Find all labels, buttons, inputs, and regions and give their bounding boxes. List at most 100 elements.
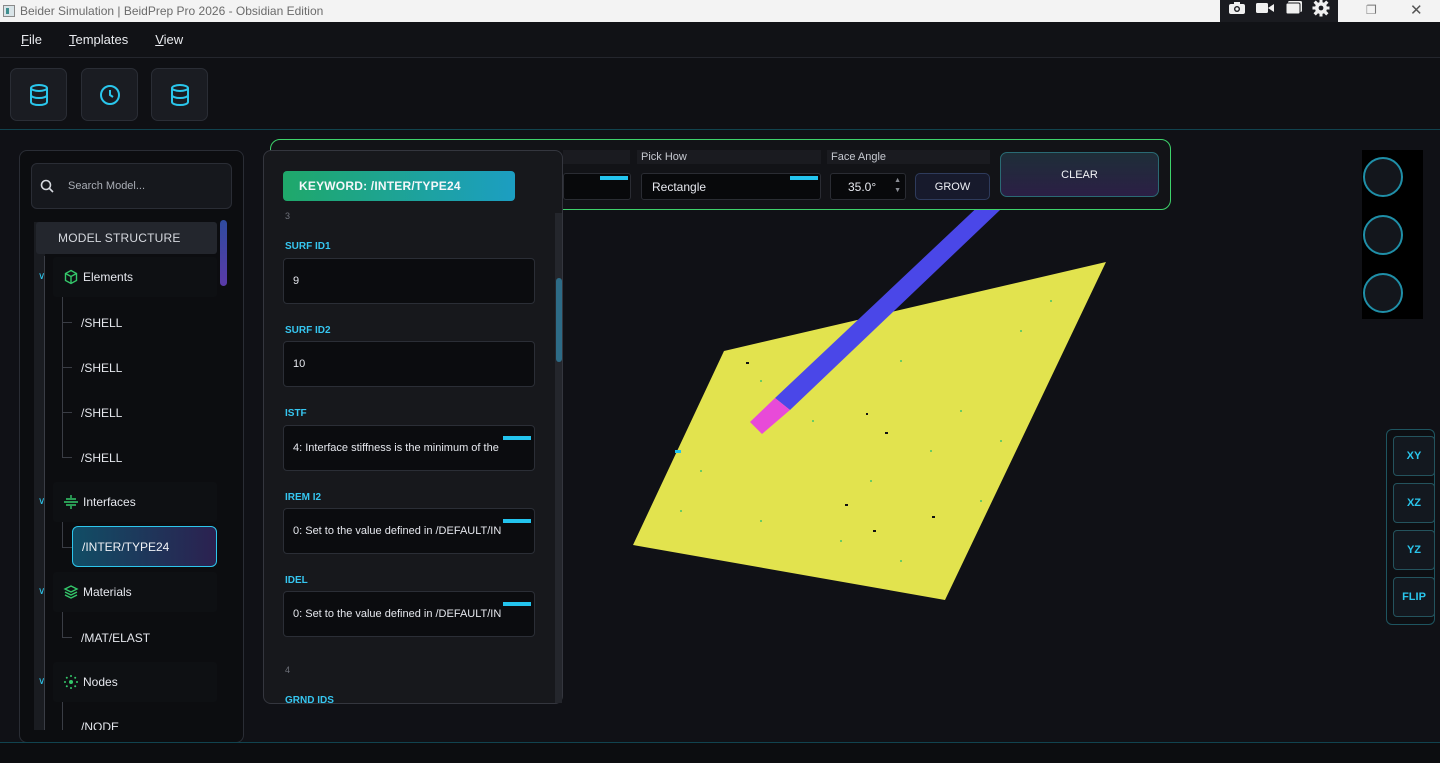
status-bar	[0, 743, 1440, 763]
tree-connector	[62, 547, 72, 548]
shortcut-button-2[interactable]	[1363, 215, 1403, 255]
field-value: 9	[293, 275, 300, 287]
spin-arrows-icon[interactable]: ▲ ▼	[894, 176, 901, 196]
nodes-icon	[64, 675, 78, 689]
field-label-grnd-ids: GRND IDS	[285, 695, 334, 703]
shortcut-button-1[interactable]	[1363, 157, 1403, 197]
field-value: 4: Interface stiffness is the minimum of…	[293, 442, 499, 454]
tree-category-elements[interactable]: Elements	[53, 257, 217, 297]
tree-connector	[44, 256, 45, 730]
main-toolbar	[0, 58, 1440, 130]
tree-item-inter-type24[interactable]: /INTER/TYPE24	[72, 526, 217, 567]
window-title: Beider Simulation | BeidPrep Pro 2026 - …	[20, 4, 324, 18]
tree-category-materials[interactable]: Materials	[53, 572, 217, 612]
tree-scrollbar[interactable]	[220, 220, 227, 286]
category-label: Elements	[83, 270, 134, 284]
history-button[interactable]	[81, 68, 138, 121]
pick-type-accent	[600, 176, 628, 180]
field-label-istf: ISTF	[285, 408, 307, 419]
clear-button[interactable]: CLEAR	[1000, 152, 1159, 197]
card-line-number: 4	[285, 665, 291, 675]
tree-category-nodes[interactable]: Nodes	[53, 662, 217, 702]
search-input[interactable]	[68, 164, 228, 208]
database-button[interactable]	[10, 68, 67, 121]
dropdown-accent	[503, 519, 531, 523]
view-flip-button[interactable]: FLIP	[1393, 577, 1435, 617]
window-icon[interactable]	[1285, 0, 1303, 22]
menu-templates[interactable]: Templates	[69, 32, 128, 47]
chevron-down-icon[interactable]: ∨	[38, 586, 45, 597]
chevron-down-icon[interactable]: ∨	[38, 271, 45, 282]
tree-connector	[62, 612, 63, 637]
gear-icon[interactable]	[1312, 0, 1330, 24]
face-angle-spinbox[interactable]: 35.0° ▲ ▼	[830, 173, 906, 200]
clock-icon	[99, 84, 120, 105]
chevron-down-icon[interactable]: ∨	[38, 496, 45, 507]
surf-id2-input[interactable]: 10	[283, 341, 535, 387]
keyword-scrollbar[interactable]	[556, 278, 562, 362]
kw-clip: GRND IDS	[283, 692, 543, 703]
search-box[interactable]	[31, 163, 232, 209]
tree-connector	[62, 322, 72, 323]
surf-id1-input[interactable]: 9	[283, 258, 535, 304]
category-label: Interfaces	[83, 495, 136, 509]
tree-item-shell[interactable]: /SHELL	[81, 316, 122, 330]
tree-connector	[62, 702, 63, 730]
app-icon	[3, 5, 15, 17]
view-yz-button[interactable]: YZ	[1393, 530, 1435, 570]
face-angle-label: Face Angle	[831, 151, 887, 163]
field-label-irem-i2: IREM I2	[285, 492, 322, 503]
tree-connector	[62, 297, 63, 457]
layers-icon	[63, 585, 79, 599]
irem-i2-dropdown[interactable]: 0: Set to the value defined in /DEFAULT/…	[283, 508, 535, 554]
tree-connector	[62, 412, 72, 413]
dropdown-accent	[503, 436, 531, 440]
view-xz-button[interactable]: XZ	[1393, 483, 1435, 523]
tree-connector	[62, 522, 63, 547]
close-button[interactable]: ✕	[1410, 1, 1423, 19]
restore-button[interactable]: ❐	[1366, 3, 1377, 17]
pick-how-accent	[790, 176, 818, 180]
interface-icon	[64, 495, 78, 509]
field-value: 0: Set to the value defined in /DEFAULT/…	[293, 608, 502, 620]
pick-label-strip	[563, 150, 630, 164]
tree-item-shell[interactable]: /SHELL	[81, 451, 122, 465]
menu-view[interactable]: View	[155, 32, 183, 47]
tree-connector	[62, 457, 72, 458]
category-label: Nodes	[83, 675, 118, 689]
tree-item-mat-elast[interactable]: /MAT/ELAST	[81, 631, 150, 645]
view-xy-button[interactable]: XY	[1393, 436, 1435, 476]
cube-icon	[64, 269, 78, 285]
tree-connector	[62, 637, 72, 638]
camera-icon[interactable]	[1228, 0, 1246, 22]
tree-clip: /NODE	[72, 718, 222, 730]
database-button-2[interactable]	[151, 68, 208, 121]
database-icon	[29, 83, 48, 106]
tree-item-shell[interactable]: /SHELL	[81, 406, 122, 420]
selection-marker	[675, 450, 681, 453]
field-label-surf-id2: SURF ID2	[285, 325, 331, 336]
tree-header: MODEL STRUCTURE	[36, 222, 217, 254]
field-label-idel: IDEL	[285, 575, 308, 586]
istf-dropdown[interactable]: 4: Interface stiffness is the minimum of…	[283, 425, 535, 471]
tree-item-node[interactable]: /NODE	[81, 720, 119, 730]
menu-file[interactable]: File	[21, 32, 42, 47]
dropdown-accent	[503, 602, 531, 606]
chevron-down-icon[interactable]: ∨	[38, 676, 45, 687]
tree-category-interfaces[interactable]: Interfaces	[53, 482, 217, 522]
field-value: 0: Set to the value defined in /DEFAULT/…	[293, 525, 502, 537]
video-icon[interactable]	[1255, 0, 1275, 22]
pick-how-label: Pick How	[641, 151, 687, 163]
database-icon	[170, 83, 189, 106]
shortcut-button-3[interactable]	[1363, 273, 1403, 313]
pick-type-field[interactable]	[563, 173, 631, 200]
field-label-surf-id1: SURF ID1	[285, 241, 331, 252]
keyword-title: KEYWORD: /INTER/TYPE24	[283, 171, 515, 201]
tree-item-shell[interactable]: /SHELL	[81, 361, 122, 375]
pick-how-dropdown[interactable]: Rectangle	[641, 173, 821, 200]
grow-button[interactable]: GROW	[915, 173, 990, 200]
idel-dropdown[interactable]: 0: Set to the value defined in /DEFAULT/…	[283, 591, 535, 637]
category-label: Materials	[83, 585, 132, 599]
tree-connector	[62, 367, 72, 368]
menu-bar: File Templates View	[0, 22, 1440, 58]
